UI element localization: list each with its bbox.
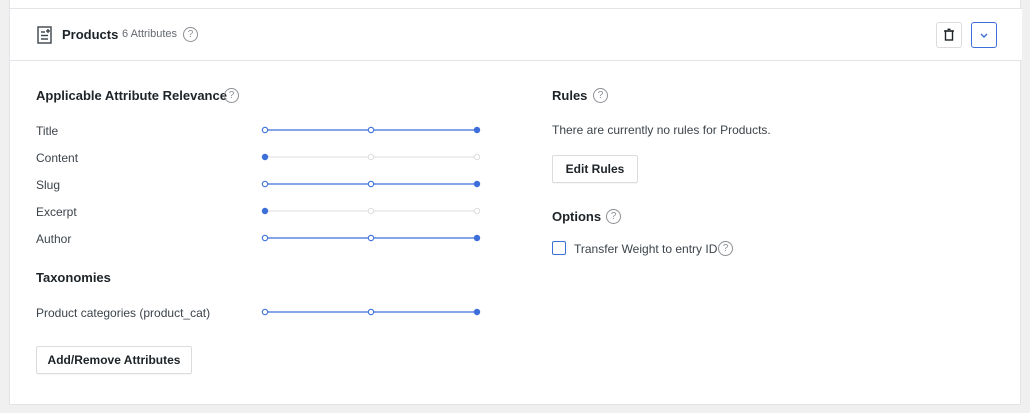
options-heading: Options [552, 209, 602, 224]
slider-stop[interactable] [261, 180, 269, 188]
attribute-label: Slug [36, 178, 61, 192]
slider-stop[interactable] [367, 308, 375, 316]
no-rules-message: There are currently no rules for Product… [552, 123, 771, 137]
transfer-weight-checkbox[interactable] [552, 241, 566, 255]
attribute-count: 6 Attributes [122, 28, 178, 40]
rules-heading: Rules [552, 88, 588, 103]
slider-stop[interactable] [367, 126, 375, 134]
source-title: Products [62, 27, 119, 42]
help-icon[interactable]: ? [718, 241, 733, 256]
help-icon[interactable]: ? [593, 88, 608, 103]
slider-stop[interactable] [473, 207, 481, 215]
attribute-relevance-slider[interactable] [260, 125, 482, 135]
slider-stop[interactable] [367, 207, 375, 215]
document-icon [37, 26, 52, 44]
attribute-relevance-slider[interactable] [260, 179, 482, 189]
relevance-heading: Applicable Attribute Relevance [36, 88, 227, 103]
help-icon[interactable]: ? [224, 88, 239, 103]
attribute-label: Title [36, 124, 59, 138]
slider-handle[interactable] [261, 207, 269, 215]
trash-icon [944, 28, 954, 41]
taxonomies-heading: Taxonomies [36, 270, 111, 285]
attribute-label: Author [36, 232, 72, 246]
help-icon[interactable]: ? [183, 27, 198, 42]
slider-handle[interactable] [473, 180, 481, 188]
taxonomy-label: Product categories (product_cat) [36, 306, 211, 320]
slider-handle[interactable] [261, 153, 269, 161]
slider-handle[interactable] [473, 308, 481, 316]
slider-stop[interactable] [261, 308, 269, 316]
transfer-weight-label: Transfer Weight to entry ID [574, 242, 718, 256]
slider-stop[interactable] [367, 180, 375, 188]
slider-stop[interactable] [367, 234, 375, 242]
add-remove-attributes-button[interactable]: Add/Remove Attributes [36, 346, 192, 374]
chevron-down-icon [980, 33, 988, 38]
slider-stop[interactable] [367, 153, 375, 161]
taxonomy-relevance-slider[interactable] [260, 307, 482, 317]
slider-stop[interactable] [261, 234, 269, 242]
collapse-toggle-button[interactable] [971, 22, 997, 48]
attribute-relevance-slider[interactable] [260, 152, 482, 162]
slider-stop[interactable] [261, 126, 269, 134]
remove-source-button[interactable] [936, 22, 962, 48]
edit-rules-button[interactable]: Edit Rules [552, 155, 638, 183]
attribute-relevance-slider[interactable] [260, 233, 482, 243]
slider-stop[interactable] [473, 153, 481, 161]
slider-handle[interactable] [473, 234, 481, 242]
attribute-relevance-slider[interactable] [260, 206, 482, 216]
help-icon[interactable]: ? [606, 209, 621, 224]
attribute-label: Content [36, 151, 79, 165]
engine-source-panel: Products 6 Attributes ? Applicable Attri… [9, 0, 1022, 405]
slider-handle[interactable] [473, 126, 481, 134]
panel-header: Products 6 Attributes ? [10, 8, 1022, 61]
attribute-label: Excerpt [36, 205, 77, 219]
